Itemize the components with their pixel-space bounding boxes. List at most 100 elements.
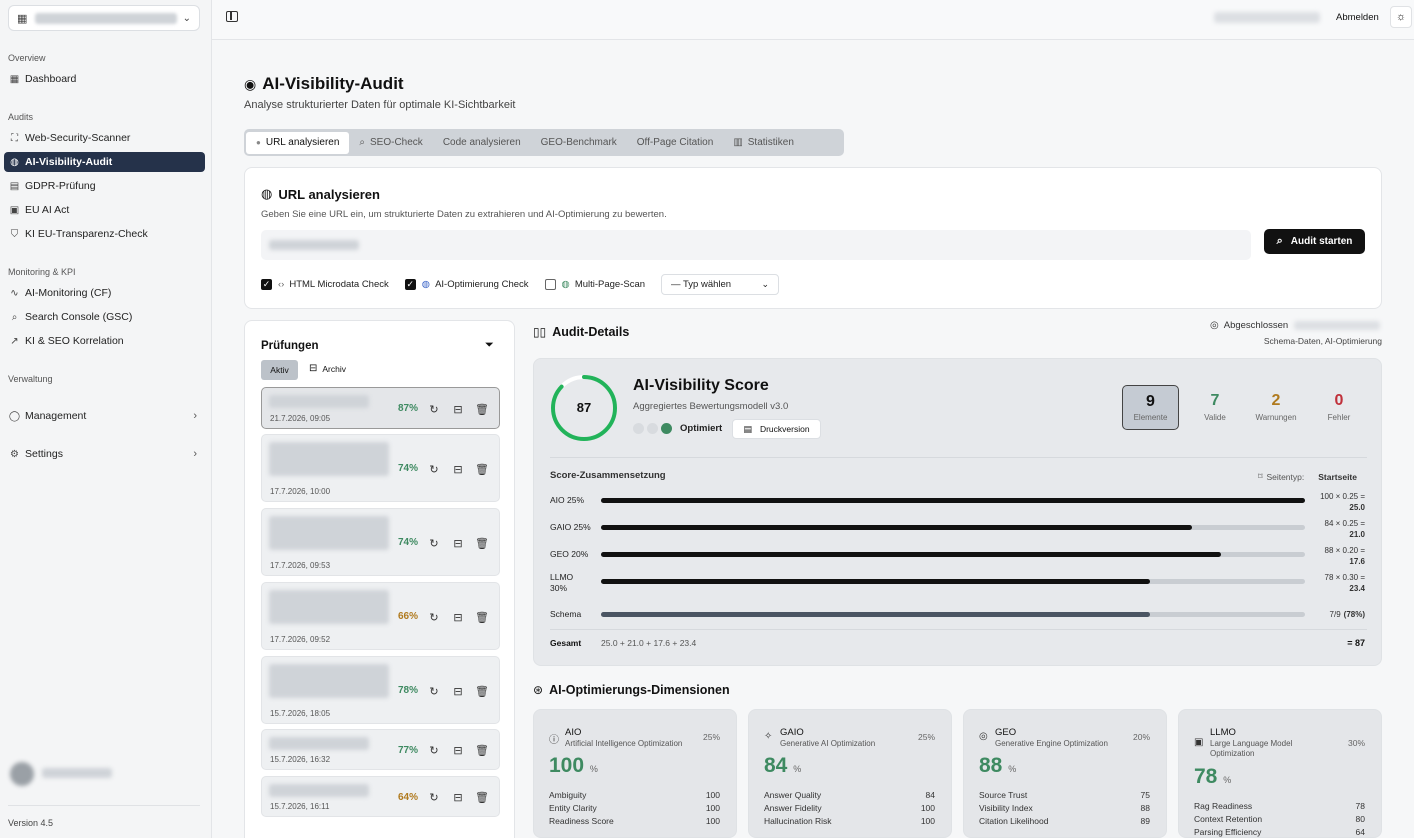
dimension-card-gaio: ✧ GAIO Generative AI Optimization 25% 84 % An… (748, 709, 952, 838)
sidebar-item-management[interactable]: ◯ Management › (4, 406, 205, 426)
archive-icon[interactable]: ⊟ (451, 684, 465, 698)
item-actions: ↻ ⊟ 🗑 (427, 684, 489, 698)
sidebar-item-gdpr[interactable]: ▤ GDPR-Prüfung (4, 176, 205, 196)
sidebar-item-label: AI-Monitoring (CF) (25, 287, 112, 299)
archive-icon[interactable]: ⊟ (451, 610, 465, 624)
globe-icon: ◍ (261, 186, 273, 201)
list-item[interactable]: 17.7.2026, 09:53 74% ↻ ⊟ 🗑 (261, 508, 500, 576)
refresh-icon[interactable]: ↻ (427, 684, 441, 698)
trash-icon[interactable]: 🗑 (475, 402, 489, 416)
pruefungen-title: Prüfungen (261, 340, 319, 352)
sidebar-item-ai-monitoring[interactable]: ∿ AI-Monitoring (CF) (4, 283, 205, 303)
sidebar-item-ki-transparenz[interactable]: ⛉ KI EU-Transparenz-Check (4, 224, 205, 244)
item-title-redacted (269, 395, 369, 408)
user-profile[interactable] (10, 760, 200, 786)
trash-icon[interactable]: 🗑 (475, 684, 489, 698)
tab-seo-check[interactable]: ⌕ SEO-Check (349, 132, 432, 154)
stat-label: Fehler (1327, 413, 1351, 422)
metric-value: 88 (1140, 803, 1150, 813)
dimension-score-value: 78 (1194, 765, 1218, 788)
sidebar-toggle-icon[interactable] (226, 11, 238, 22)
stat-elemente[interactable]: 9 Elemente (1122, 385, 1179, 430)
refresh-icon[interactable]: ↻ (427, 402, 441, 416)
refresh-icon[interactable]: ↻ (427, 462, 441, 476)
formula-text: 84 × 0.25 = (1324, 519, 1365, 528)
metric-row: Entity Clarity 100 (549, 803, 720, 813)
logout-button[interactable]: Abmelden (1336, 12, 1379, 23)
refresh-icon[interactable]: ↻ (427, 536, 441, 550)
metric-value: 100 (920, 816, 935, 826)
sidebar-item-settings[interactable]: ⚙ Settings › (4, 444, 205, 464)
type-select[interactable]: — Typ wählen ⌄ (661, 274, 780, 295)
composition-row-formula: 84 × 0.25 = 21.0 (1325, 518, 1365, 540)
archive-icon[interactable]: ⊟ (451, 744, 465, 758)
metric-label: Citation Likelihood (979, 816, 1049, 826)
formula-result: 21.0 (1349, 530, 1365, 539)
archive-icon[interactable]: ⊟ (451, 462, 465, 476)
sidebar-item-dashboard[interactable]: ▦ Dashboard (4, 69, 205, 89)
tab-off-page-citation[interactable]: Off-Page Citation (627, 132, 724, 154)
sidebar-item-ai-visibility-audit[interactable]: ◍ AI-Visibility-Audit (4, 152, 205, 172)
stat-value: 0 (1334, 392, 1344, 409)
list-item[interactable]: 15.7.2026, 16:32 77% ↻ ⊟ 🗑 (261, 729, 500, 770)
ai-optimierung-checkbox[interactable]: ✓ (404, 279, 416, 290)
chip-icon: ▣ (1194, 737, 1204, 748)
trash-icon[interactable]: 🗑 (475, 462, 489, 476)
sidebar-item-search-console[interactable]: ⌕ Search Console (GSC) (4, 307, 205, 327)
trash-icon[interactable]: 🗑 (475, 610, 489, 624)
list-item[interactable]: 21.7.2026, 09:05 87% ↻ ⊟ 🗑 (261, 387, 500, 429)
page-header: ◉ AI-Visibility-Audit (244, 74, 404, 94)
item-title-redacted (269, 516, 389, 550)
html-microdata-checkbox[interactable]: ✓ (261, 279, 272, 290)
trash-icon[interactable]: 🗑 (475, 536, 489, 550)
audit-details-title: Audit-Details (552, 325, 630, 339)
multi-page-scan-checkbox[interactable] (544, 279, 556, 290)
composition-row-formula: 100 × 0.25 = 25.0 (1320, 491, 1365, 513)
tab-label: Off-Page Citation (636, 137, 714, 148)
total-label: Gesamt (550, 638, 582, 648)
refresh-icon[interactable]: ↻ (427, 610, 441, 624)
composition-row-label: GAIO 25% (550, 522, 591, 532)
sidebar-item-eu-ai-act[interactable]: ▣ EU AI Act (4, 200, 205, 220)
group-overview: Overview (8, 53, 46, 63)
group-verwaltung: Verwaltung (8, 374, 53, 384)
tab-geo-benchmark[interactable]: GEO-Benchmark (531, 132, 627, 154)
refresh-icon[interactable]: ↻ (427, 744, 441, 758)
archive-icon[interactable]: ⊟ (451, 536, 465, 550)
item-actions: ↻ ⊟ 🗑 (427, 610, 489, 624)
metric-row: Context Retention 80 (1194, 814, 1365, 824)
filter-icon[interactable]: ⏷ (485, 339, 494, 352)
sidebar-item-ki-seo-korrelation[interactable]: ↗ KI & SEO Korrelation (4, 331, 205, 351)
workspace-selector[interactable]: ▦ ⌄ (8, 5, 200, 31)
theme-toggle-button[interactable]: ☼ (1390, 6, 1412, 28)
composition-row-formula: 78 × 0.30 = 23.4 (1325, 572, 1365, 594)
tab-url-analysieren[interactable]: ● URL analysieren (246, 131, 350, 154)
dimension-subtitle: Large Language Model Optimization (1210, 739, 1293, 758)
list-item[interactable]: 17.7.2026, 09:52 66% ↻ ⊟ 🗑 (261, 582, 500, 650)
tab-archiv[interactable]: ⊟ Archiv (309, 363, 346, 374)
url-input[interactable] (261, 230, 1251, 260)
tab-bar: ● URL analysieren ⌕ SEO-Check Code analysi… (244, 129, 844, 156)
item-actions: ↻ ⊟ 🗑 (427, 462, 489, 476)
archive-icon[interactable]: ⊟ (451, 402, 465, 416)
trash-icon[interactable]: 🗑 (475, 744, 489, 758)
status-label: Optimiert (680, 423, 723, 434)
archive-icon[interactable]: ⊟ (451, 791, 465, 805)
status-badge: ◎ Abgeschlossen (1210, 320, 1381, 331)
tab-code-analysieren[interactable]: Code analysieren (433, 132, 531, 154)
tab-statistiken[interactable]: ▥ Statistiken (723, 132, 804, 154)
tag-icon: ⌑ (1258, 471, 1263, 481)
print-button[interactable]: ▤ Druckversion (732, 419, 821, 439)
tab-aktiv[interactable]: Aktiv (261, 360, 298, 380)
trash-icon[interactable]: 🗑 (475, 791, 489, 805)
sidebar-item-web-security-scanner[interactable]: ⛶ Web-Security-Scanner (4, 128, 205, 148)
status-dot-3 (661, 423, 672, 434)
user-name-redacted (42, 768, 112, 778)
refresh-icon[interactable]: ↻ (427, 791, 441, 805)
list-item[interactable]: 15.7.2026, 18:05 78% ↻ ⊟ 🗑 (261, 656, 500, 724)
list-item[interactable]: 17.7.2026, 10:00 74% ↻ ⊟ 🗑 (261, 434, 500, 502)
list-item[interactable]: 15.7.2026, 16:11 64% ↻ ⊟ 🗑 (261, 776, 500, 817)
chevron-down-icon: ⌄ (761, 279, 770, 289)
brain-icon: ⊛ (533, 683, 544, 697)
audit-start-button[interactable]: ⌕ Audit starten (1264, 229, 1365, 254)
